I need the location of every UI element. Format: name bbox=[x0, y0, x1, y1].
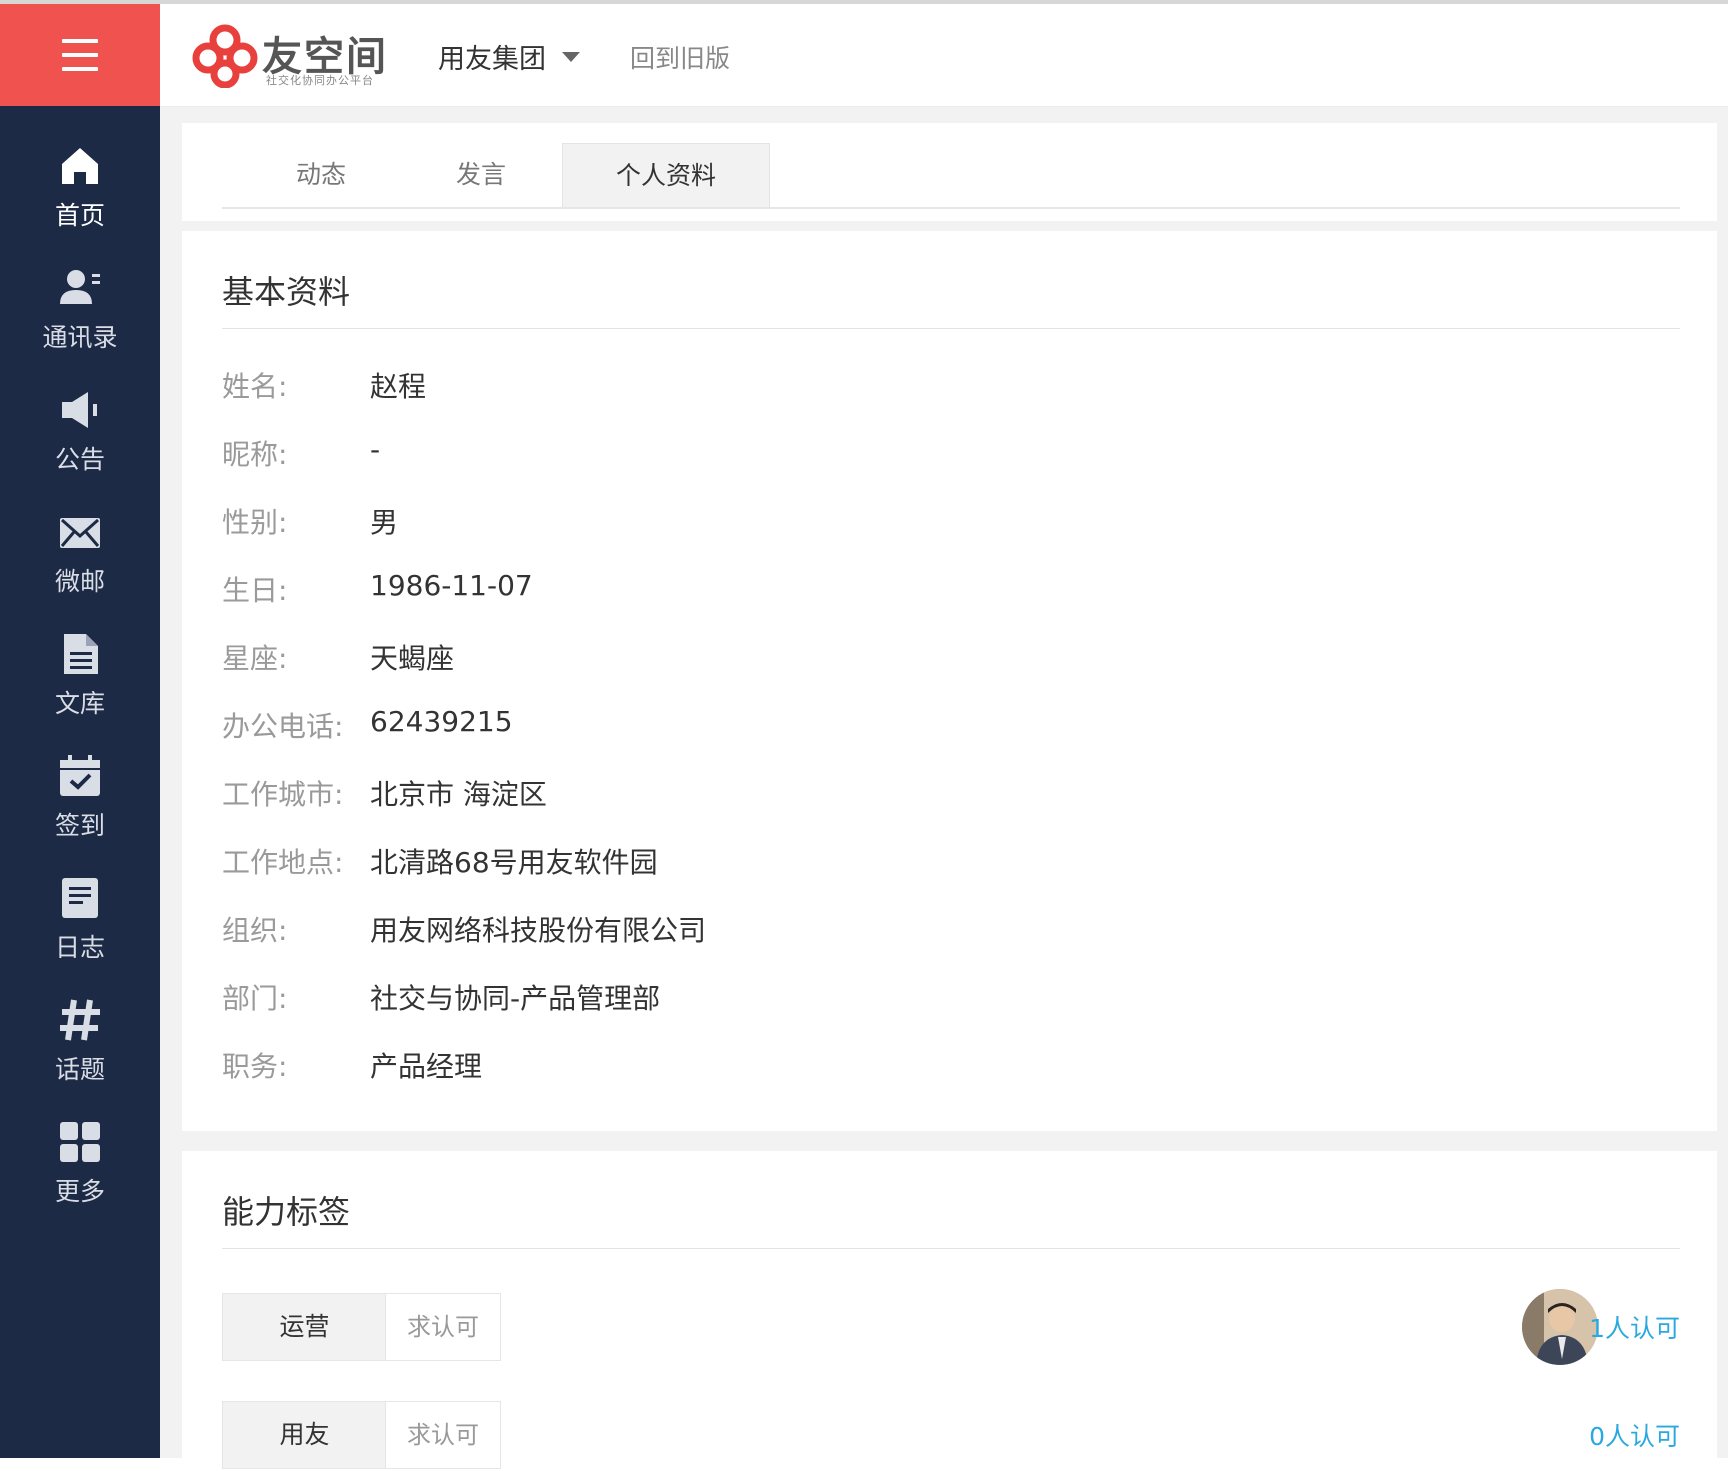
megaphone-icon bbox=[62, 392, 97, 428]
tab-posts[interactable]: 发言 bbox=[406, 143, 556, 207]
calendar-check-icon bbox=[60, 755, 100, 796]
sidebar-item-topics[interactable]: 话题 bbox=[0, 960, 160, 1084]
info-key: 生日: bbox=[222, 574, 288, 607]
sidebar-item-label: 话题 bbox=[54, 1055, 105, 1084]
info-key: 星座: bbox=[222, 642, 288, 675]
sidebar-item-log[interactable]: 日志 bbox=[0, 838, 160, 962]
info-value: 1986-11-07 bbox=[370, 569, 533, 602]
chevron-down-icon[interactable] bbox=[562, 52, 580, 62]
info-key: 职务: bbox=[222, 1050, 288, 1083]
hamburger-icon-bar bbox=[62, 67, 98, 71]
sidebar-item-label: 文库 bbox=[54, 689, 105, 718]
info-value: 社交与协同-产品管理部 bbox=[370, 982, 661, 1015]
hamburger-menu-button[interactable] bbox=[0, 4, 160, 106]
approvals-count-link[interactable]: 0人认可 bbox=[1589, 1417, 1680, 1453]
basic-info-card: 基本资料 姓名: 赵程 昵称: - 性别: 男 生日: 1986-11-07 星… bbox=[182, 231, 1717, 1131]
tab-feed[interactable]: 动态 bbox=[246, 143, 396, 207]
sidebar: 首页 通讯录 公告 微邮 文库 签到 日志 话题 更多 bbox=[0, 4, 160, 1458]
info-value: 北清路68号用友软件园 bbox=[370, 846, 658, 879]
skills-title: 能力标签 bbox=[222, 1193, 351, 1231]
info-key: 工作地点: bbox=[222, 846, 344, 879]
sidebar-nav: 首页 通讯录 公告 微邮 文库 签到 日志 话题 更多 bbox=[0, 106, 160, 1206]
request-approval-button[interactable]: 求认可 bbox=[385, 1293, 501, 1361]
top-header: 友空间 社交化协同办公平台 用友集团 回到旧版 bbox=[160, 4, 1728, 107]
hamburger-icon bbox=[62, 39, 98, 43]
info-key: 组织: bbox=[222, 914, 288, 947]
info-key: 性别: bbox=[222, 506, 288, 539]
basic-info-title: 基本资料 bbox=[222, 273, 351, 311]
sidebar-item-label: 通讯录 bbox=[42, 323, 118, 352]
info-value: 北京市 海淀区 bbox=[370, 778, 547, 811]
sidebar-item-home[interactable]: 首页 bbox=[0, 106, 160, 230]
brand-logo-icon[interactable] bbox=[190, 24, 260, 88]
sidebar-item-label: 日志 bbox=[54, 933, 105, 962]
info-value: 62439215 bbox=[370, 705, 513, 738]
sidebar-item-label: 公告 bbox=[54, 445, 105, 474]
sidebar-item-label: 签到 bbox=[54, 811, 105, 840]
hamburger-icon-bar bbox=[62, 53, 98, 57]
sidebar-item-contacts[interactable]: 通讯录 bbox=[0, 228, 160, 352]
main-content: 动态 发言 个人资料 基本资料 姓名: 赵程 昵称: - 性别: 男 生日: 1… bbox=[160, 107, 1728, 1471]
info-value: 用友网络科技股份有限公司 bbox=[370, 914, 707, 947]
brand-slogan: 社交化协同办公平台 bbox=[266, 74, 374, 87]
company-selector[interactable]: 用友集团 bbox=[438, 37, 546, 76]
profile-tabs: 动态 发言 个人资料 bbox=[182, 123, 1717, 221]
skills-card: 能力标签 运营 求认可 1人认可 用友 求认可 0人认可 bbox=[182, 1151, 1717, 1471]
skill-tag[interactable]: 用友 bbox=[222, 1401, 387, 1469]
sidebar-item-library[interactable]: 文库 bbox=[0, 594, 160, 718]
tab-profile[interactable]: 个人资料 bbox=[562, 143, 770, 209]
sidebar-item-label: 更多 bbox=[54, 1177, 105, 1206]
skill-tag[interactable]: 运营 bbox=[222, 1293, 387, 1361]
approvals-count-link[interactable]: 1人认可 bbox=[1589, 1309, 1680, 1345]
info-key: 办公电话: bbox=[222, 710, 344, 743]
tabs-divider bbox=[222, 207, 1680, 209]
contacts-icon bbox=[60, 270, 100, 304]
mail-icon bbox=[60, 518, 100, 548]
info-key: 昵称: bbox=[222, 438, 288, 471]
basic-info-divider bbox=[222, 328, 1680, 329]
document-icon bbox=[64, 634, 98, 674]
info-value: 产品经理 bbox=[370, 1050, 483, 1083]
skill-row: 用友 求认可 0人认可 bbox=[222, 1401, 1680, 1469]
info-value: 天蝎座 bbox=[370, 642, 455, 675]
info-key: 工作城市: bbox=[222, 778, 344, 811]
info-key: 部门: bbox=[222, 982, 288, 1015]
home-icon bbox=[62, 148, 98, 184]
request-approval-button[interactable]: 求认可 bbox=[385, 1401, 501, 1469]
info-value: - bbox=[370, 433, 381, 466]
sidebar-item-label: 微邮 bbox=[54, 567, 105, 596]
avatar-image bbox=[1522, 1289, 1598, 1365]
avatar[interactable] bbox=[1522, 1289, 1598, 1365]
info-value: 男 bbox=[370, 506, 399, 539]
sidebar-item-mail[interactable]: 微邮 bbox=[0, 472, 160, 596]
sidebar-item-announcement[interactable]: 公告 bbox=[0, 350, 160, 474]
skill-row: 运营 求认可 1人认可 bbox=[222, 1289, 1680, 1365]
sidebar-item-label: 首页 bbox=[54, 201, 105, 230]
info-value: 赵程 bbox=[370, 370, 427, 403]
skills-divider bbox=[222, 1248, 1680, 1249]
hashtag-icon bbox=[60, 999, 100, 1041]
sidebar-item-more[interactable]: 更多 bbox=[0, 1082, 160, 1206]
sidebar-item-checkin[interactable]: 签到 bbox=[0, 716, 160, 840]
old-version-link[interactable]: 回到旧版 bbox=[630, 39, 730, 75]
log-icon bbox=[62, 878, 98, 918]
grid-icon bbox=[60, 1122, 100, 1162]
info-key: 姓名: bbox=[222, 370, 288, 403]
